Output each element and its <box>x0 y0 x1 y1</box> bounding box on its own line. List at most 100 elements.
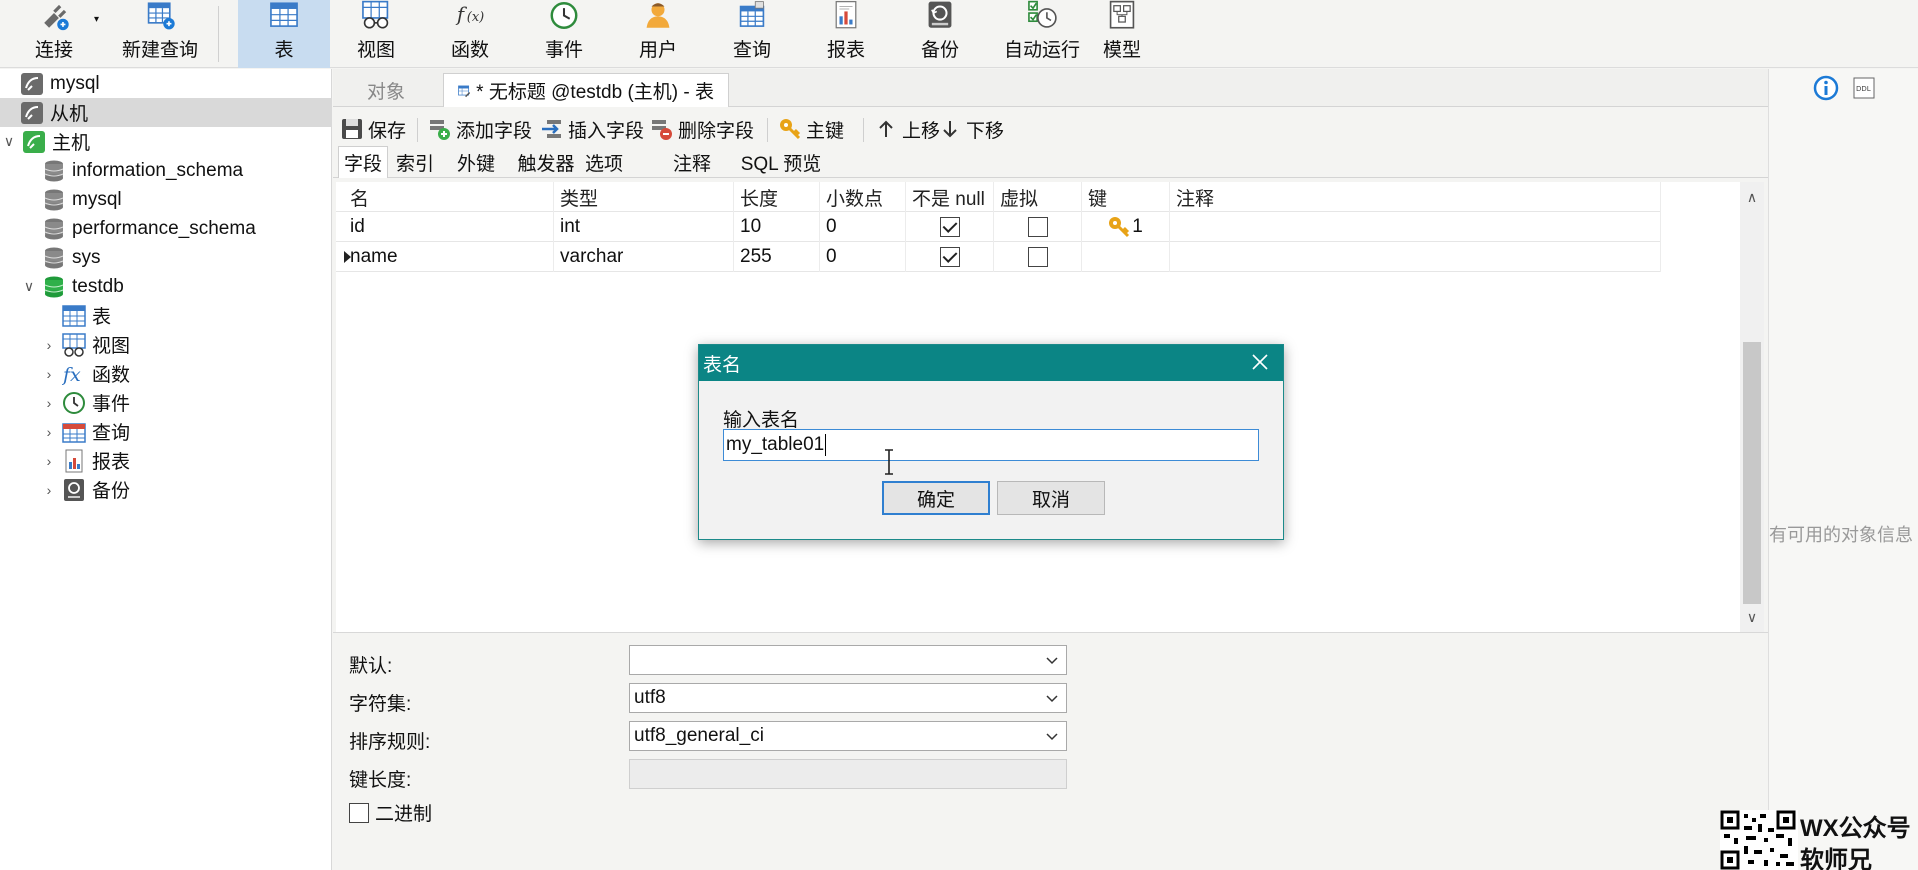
scrollbar-thumb[interactable] <box>1743 342 1761 604</box>
tab-untitled-table[interactable]: * 无标题 @testdb (主机) - 表 <box>443 73 729 107</box>
column-header[interactable]: 不是 null <box>906 182 994 212</box>
toolbar-new-query-button[interactable]: 新建查询 <box>108 0 212 68</box>
grid-scrollbar[interactable]: ∧ ∨ <box>1740 182 1764 632</box>
table-row[interactable]: id int 10 0 1 <box>336 212 1661 242</box>
tab-fields[interactable]: 字段 <box>338 146 388 178</box>
tree-item-tables[interactable]: 表 <box>0 301 332 330</box>
toolbar-user-button[interactable]: 用户 <box>618 0 698 68</box>
tab-comment[interactable]: 注释 <box>667 146 717 178</box>
save-button[interactable]: 保存 <box>341 114 406 144</box>
scroll-up-icon[interactable]: ∧ <box>1740 186 1764 208</box>
add-field-button[interactable]: 添加字段 <box>429 114 532 144</box>
comment-cell[interactable] <box>1170 212 1661 242</box>
tree-item-database[interactable]: information_schema <box>0 156 332 185</box>
collation-select[interactable]: utf8_general_ci <box>629 721 1067 751</box>
column-header[interactable]: 小数点 <box>820 182 906 212</box>
toolbar-table-button[interactable]: 表 <box>238 0 330 68</box>
tab-foreign-keys[interactable]: 外键 <box>451 146 501 178</box>
column-header[interactable]: 名 <box>344 182 554 212</box>
column-header[interactable]: 长度 <box>734 182 820 212</box>
tree-item-database[interactable]: mysql <box>0 185 332 214</box>
table-row[interactable]: name varchar 255 0 <box>336 242 1661 272</box>
tab-objects[interactable]: 对象 <box>333 73 439 107</box>
column-header[interactable]: 键 <box>1082 182 1170 212</box>
binary-checkbox-row[interactable]: 二进制 <box>349 799 432 826</box>
field-name-cell[interactable]: id <box>344 212 554 242</box>
tree-item-label: 备份 <box>92 481 131 502</box>
tree-item-events[interactable]: › 事件 <box>0 388 332 417</box>
tree-item-database[interactable]: sys <box>0 243 332 272</box>
toolbar-query-button[interactable]: 查询 <box>712 0 792 68</box>
cancel-button[interactable]: 取消 <box>997 481 1105 515</box>
toolbar-report-button[interactable]: 报表 <box>806 0 886 68</box>
tree-item-functions[interactable]: › fx 函数 <box>0 359 332 388</box>
tab-indexes[interactable]: 索引 <box>393 146 437 178</box>
key-cell[interactable]: 1 <box>1082 212 1170 242</box>
toolbar-connect-button[interactable]: 连接 <box>14 0 94 68</box>
charset-select[interactable]: utf8 <box>629 683 1067 713</box>
column-header[interactable]: 类型 <box>554 182 734 212</box>
chevron-right-icon[interactable]: › <box>42 482 56 498</box>
table-name-input[interactable]: my_table01 <box>723 429 1259 461</box>
primary-key-label: 主键 <box>806 120 845 142</box>
not-null-checkbox[interactable] <box>939 247 960 267</box>
tree-item-master-connection[interactable]: ∨ 主机 <box>0 127 332 156</box>
tree-item-testdb[interactable]: ∨ testdb <box>0 272 332 301</box>
delete-field-button[interactable]: 删除字段 <box>651 114 754 144</box>
column-header[interactable]: 注释 <box>1170 182 1661 212</box>
chevron-right-icon[interactable]: › <box>42 395 56 411</box>
tab-sql-preview[interactable]: SQL 预览 <box>733 146 829 178</box>
field-decimals-cell[interactable]: 0 <box>820 212 906 242</box>
not-null-checkbox[interactable] <box>939 217 960 237</box>
toolbar-function-button[interactable]: f (x) 函数 <box>430 0 510 68</box>
tree-item-mysql-connection[interactable]: mysql <box>0 69 332 98</box>
grid-header-row: 名 类型 长度 小数点 不是 null 虚拟 键 注释 <box>336 182 1661 212</box>
column-header[interactable]: 虚拟 <box>994 182 1082 212</box>
tree-item-database[interactable]: performance_schema <box>0 214 332 243</box>
close-icon[interactable] <box>1249 351 1271 373</box>
field-length-cell[interactable]: 255 <box>734 242 820 272</box>
chevron-right-icon[interactable]: › <box>42 337 56 353</box>
field-type-cell[interactable]: varchar <box>554 242 734 272</box>
scroll-down-icon[interactable]: ∨ <box>1740 606 1764 628</box>
qr-code-icon <box>1720 810 1798 870</box>
dialog-titlebar[interactable]: 表名 <box>699 345 1283 381</box>
toolbar-event-button[interactable]: 事件 <box>524 0 604 68</box>
chevron-right-icon[interactable]: › <box>42 424 56 440</box>
tree-item-reports[interactable]: › 报表 <box>0 446 332 475</box>
table-name-value: my_table01 <box>726 434 825 455</box>
virtual-checkbox[interactable] <box>1027 247 1048 267</box>
field-length-cell[interactable]: 10 <box>734 212 820 242</box>
move-down-button[interactable]: 下移 <box>939 114 1004 144</box>
chevron-down-icon[interactable]: ∨ <box>22 278 36 295</box>
chevron-down-icon[interactable]: ∨ <box>2 133 16 150</box>
tab-triggers[interactable]: 触发器 <box>513 146 579 178</box>
move-up-button[interactable]: 上移 <box>875 114 940 144</box>
key-cell[interactable] <box>1082 242 1170 272</box>
toolbar-backup-button[interactable]: 备份 <box>900 0 980 68</box>
toolbar-auto-run-button[interactable]: 自动运行 <box>990 0 1094 68</box>
primary-key-button[interactable]: 主键 <box>779 114 844 144</box>
default-select[interactable] <box>629 645 1067 675</box>
toolbar-model-button[interactable]: 模型 <box>1082 0 1162 68</box>
ddl-icon[interactable]: DDL <box>1853 77 1875 99</box>
chevron-right-icon[interactable]: › <box>42 453 56 469</box>
tree-item-slave-connection[interactable]: 从机 <box>0 98 332 127</box>
toolbar-view-button[interactable]: 视图 <box>336 0 416 68</box>
tree-item-views[interactable]: › 视图 <box>0 330 332 359</box>
chevron-right-icon[interactable]: › <box>42 366 56 382</box>
field-decimals-cell[interactable]: 0 <box>820 242 906 272</box>
comment-cell[interactable] <box>1170 242 1661 272</box>
info-icon[interactable] <box>1813 75 1839 101</box>
virtual-checkbox[interactable] <box>1027 217 1048 237</box>
connection-icon <box>21 72 43 95</box>
binary-checkbox[interactable] <box>349 802 369 823</box>
tree-item-backups[interactable]: › 备份 <box>0 475 332 504</box>
connect-dropdown-icon[interactable]: ▾ <box>94 14 99 25</box>
field-name-cell[interactable]: name <box>344 242 554 272</box>
ok-button[interactable]: 确定 <box>882 481 990 515</box>
tree-item-queries[interactable]: › 查询 <box>0 417 332 446</box>
insert-field-button[interactable]: 插入字段 <box>541 114 644 144</box>
tab-options[interactable]: 选项 <box>579 146 629 178</box>
field-type-cell[interactable]: int <box>554 212 734 242</box>
